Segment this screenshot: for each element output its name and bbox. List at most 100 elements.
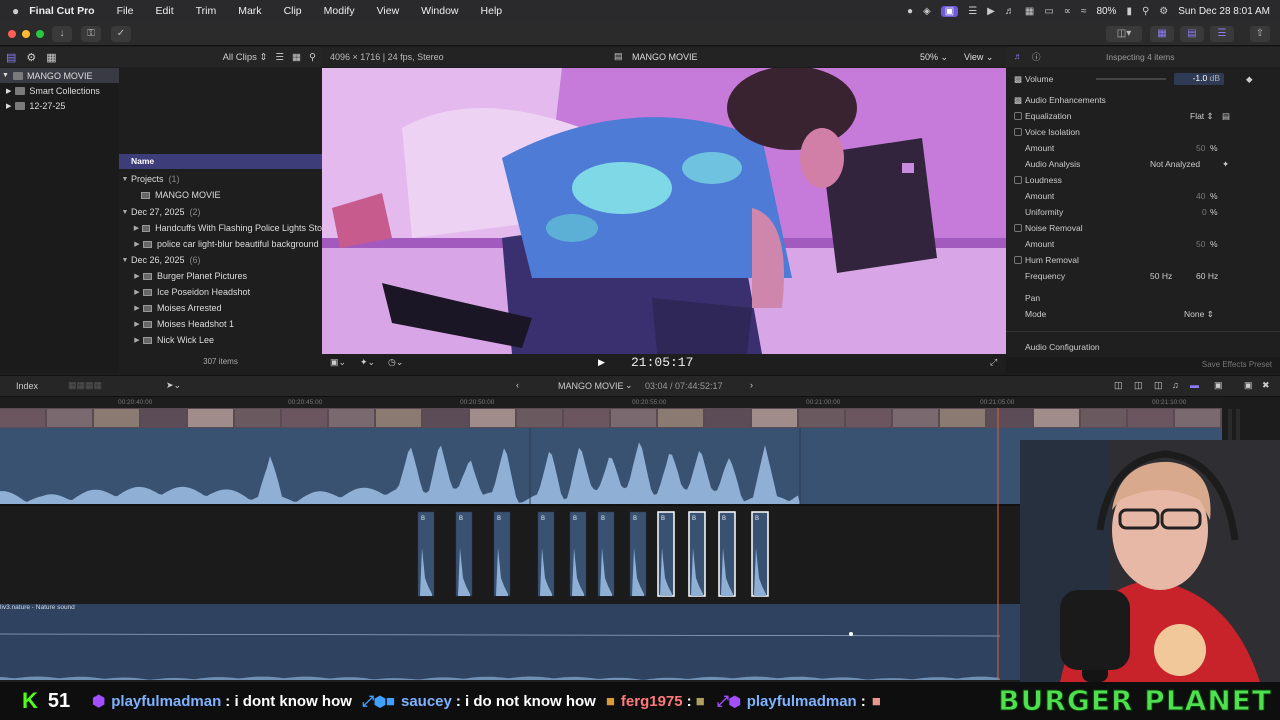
fullscreen-icon[interactable]: ⤢ <box>990 357 997 368</box>
timecode[interactable]: 21:05:17 <box>631 355 693 370</box>
solo-icon[interactable]: ◫ <box>1154 380 1163 391</box>
volume-field[interactable]: -1.0 dB <box>1174 73 1224 85</box>
speed-icon[interactable]: ◷⌄ <box>388 357 403 368</box>
enhancements-section[interactable]: ▩ Audio Enhancements <box>1006 92 1280 108</box>
titles-tab-icon[interactable]: ▦ <box>46 51 56 64</box>
menu-modify[interactable]: Modify <box>324 5 355 17</box>
record-icon[interactable]: ● <box>907 6 913 17</box>
save-effects-preset-button[interactable]: Save Effects Preset <box>1202 360 1272 369</box>
transform-icon[interactable]: ▣⌄ <box>330 357 346 368</box>
menu-edit[interactable]: Edit <box>156 5 174 17</box>
effects-browser-icon[interactable]: ▣ <box>1214 380 1223 391</box>
skimming-icon[interactable]: ◫ <box>1114 380 1123 391</box>
magic-wand-icon[interactable]: ✦ <box>1222 159 1229 170</box>
screen-icon[interactable]: ▣ <box>940 5 959 17</box>
menu-view[interactable]: View <box>377 5 400 17</box>
equalization-checkbox[interactable] <box>1014 112 1022 120</box>
list-item[interactable]: ▶ Moises Arrested <box>119 300 322 316</box>
apple-icon[interactable]: ● <box>12 4 19 18</box>
loudness-checkbox[interactable] <box>1014 176 1022 184</box>
bluetooth-icon[interactable]: ∝ <box>1064 6 1071 17</box>
display-icon[interactable]: ▭ <box>1044 6 1053 17</box>
disclosure-down-icon[interactable]: ▼ <box>119 176 131 183</box>
chevron-down-icon[interactable]: ⌄ <box>625 380 633 391</box>
forward-icon[interactable]: › <box>750 380 753 390</box>
info-tab-icon[interactable]: ⓘ <box>1032 51 1041 63</box>
disclosure-down-icon[interactable]: ▼ <box>119 209 131 216</box>
app-menu[interactable]: Final Cut Pro <box>29 5 94 17</box>
uniformity-value[interactable]: 0 <box>1202 207 1207 217</box>
append-icon[interactable]: ▦▦▦▦ <box>68 380 102 391</box>
list-view-icon[interactable]: ☰ <box>276 52 285 63</box>
disclosure-right-icon[interactable]: ▶ <box>6 87 11 95</box>
audio-tab-icon[interactable]: ♬ <box>1014 51 1023 61</box>
noise-amount-value[interactable]: 50 <box>1196 239 1205 249</box>
menu-mark[interactable]: Mark <box>238 5 261 17</box>
list-item[interactable]: ▶ police car light-blur beautiful backgr… <box>119 236 322 252</box>
import-icon[interactable]: ↓ <box>52 26 72 42</box>
libraries-tab-icon[interactable]: ▤ <box>6 51 16 64</box>
name-column-header[interactable]: Name <box>119 154 322 169</box>
list-item[interactable]: ▶ Moises Headshot 1 <box>119 316 322 332</box>
view-dropdown[interactable]: View ⌄ <box>964 52 993 63</box>
background-tasks-icon[interactable]: ✓ <box>111 26 131 42</box>
loud-amount-value[interactable]: 40 <box>1196 191 1205 201</box>
inspector-toggle-icon[interactable]: ☰ <box>1210 26 1234 42</box>
vi-amount-value[interactable]: 50 <box>1196 143 1205 153</box>
clock[interactable]: Sun Dec 28 8:01 AM <box>1178 6 1270 17</box>
volume-icon[interactable]: ♬ <box>1005 6 1015 17</box>
timeline-ruler[interactable]: 00:20:40:00 00:20:45:00 00:20:50:00 00:2… <box>0 397 1222 408</box>
transitions-icon[interactable]: ▣ <box>1244 380 1253 391</box>
menu-clip[interactable]: Clip <box>284 5 302 17</box>
grid-icon[interactable]: ▦ <box>1025 6 1034 17</box>
zoom-window-button[interactable] <box>36 30 44 38</box>
pan-mode-dropdown[interactable]: None ⇕ <box>1184 309 1214 320</box>
share-icon[interactable]: ◈ <box>923 6 931 17</box>
search-icon[interactable]: ⚲ <box>1142 6 1149 17</box>
group-header-projects[interactable]: ▼ Projects (1) <box>119 171 322 187</box>
disclosure-right-icon[interactable]: ▶ <box>131 320 143 328</box>
headphones-icon[interactable]: ♫ <box>1172 380 1179 390</box>
noise-removal-checkbox[interactable] <box>1014 224 1022 232</box>
clip-appearance-icon[interactable]: ▬ <box>1190 380 1199 390</box>
zoom-dropdown[interactable]: 50% ⌄ <box>920 52 948 63</box>
group-header-dec26[interactable]: ▼ Dec 26, 2025 (6) <box>119 252 322 268</box>
disclosure-down-icon[interactable]: ▼ <box>119 257 131 264</box>
menu-file[interactable]: File <box>117 5 134 17</box>
menu-list-icon[interactable]: ☰ <box>968 6 977 17</box>
share-button-icon[interactable]: ⇧ <box>1250 26 1270 42</box>
group-header-dec27[interactable]: ▼ Dec 27, 2025 (2) <box>119 204 322 220</box>
disclosure-right-icon[interactable]: ▶ <box>6 102 11 110</box>
frequency-60hz-option[interactable]: 60 Hz <box>1196 271 1218 281</box>
index-button[interactable]: Index <box>16 381 38 391</box>
hum-removal-checkbox[interactable] <box>1014 256 1022 264</box>
photos-tab-icon[interactable]: ⚙ <box>26 51 36 64</box>
disclosure-right-icon[interactable]: ▶ <box>131 336 143 344</box>
timeline-project-title[interactable]: MANGO MOVIE <box>558 381 624 391</box>
volume-slider[interactable] <box>1096 78 1166 80</box>
enhance-icon[interactable]: ✦⌄ <box>360 357 375 368</box>
clip-filter-dropdown[interactable]: All Clips ⇕ <box>223 52 268 63</box>
disclosure-right-icon[interactable]: ▶ <box>131 272 143 280</box>
list-item[interactable]: ▶ Nick Wick Lee <box>119 332 322 348</box>
eq-dropdown[interactable]: Flat ⇕ <box>1190 111 1214 122</box>
disclosure-right-icon[interactable]: ▶ <box>131 224 142 232</box>
audio-skimming-icon[interactable]: ◫ <box>1134 380 1143 391</box>
disclosure-right-icon[interactable]: ▶ <box>131 288 143 296</box>
list-item[interactable]: ▶ Ice Poseidon Headshot <box>119 284 322 300</box>
list-item[interactable]: ▶ Burger Planet Pictures <box>119 268 322 284</box>
list-item[interactable]: MANGO MOVIE <box>119 187 322 203</box>
close-icon[interactable]: ✖ <box>1262 380 1270 391</box>
voice-isolation-checkbox[interactable] <box>1014 128 1022 136</box>
close-window-button[interactable] <box>8 30 16 38</box>
disclosure-down-icon[interactable]: ▼ <box>2 72 9 79</box>
disclosure-right-icon[interactable]: ▶ <box>131 304 143 312</box>
video-frame[interactable] <box>322 68 1006 354</box>
play-circle-icon[interactable]: ▶ <box>987 6 995 17</box>
keyword-icon[interactable]: ⚿ <box>81 26 101 42</box>
pan-section[interactable]: Pan <box>1006 290 1280 306</box>
play-icon[interactable]: ▶ <box>598 357 605 368</box>
wifi-icon[interactable]: ≈ <box>1081 6 1087 17</box>
menu-window[interactable]: Window <box>421 5 458 17</box>
select-tool-icon[interactable]: ➤⌄ <box>166 380 181 391</box>
